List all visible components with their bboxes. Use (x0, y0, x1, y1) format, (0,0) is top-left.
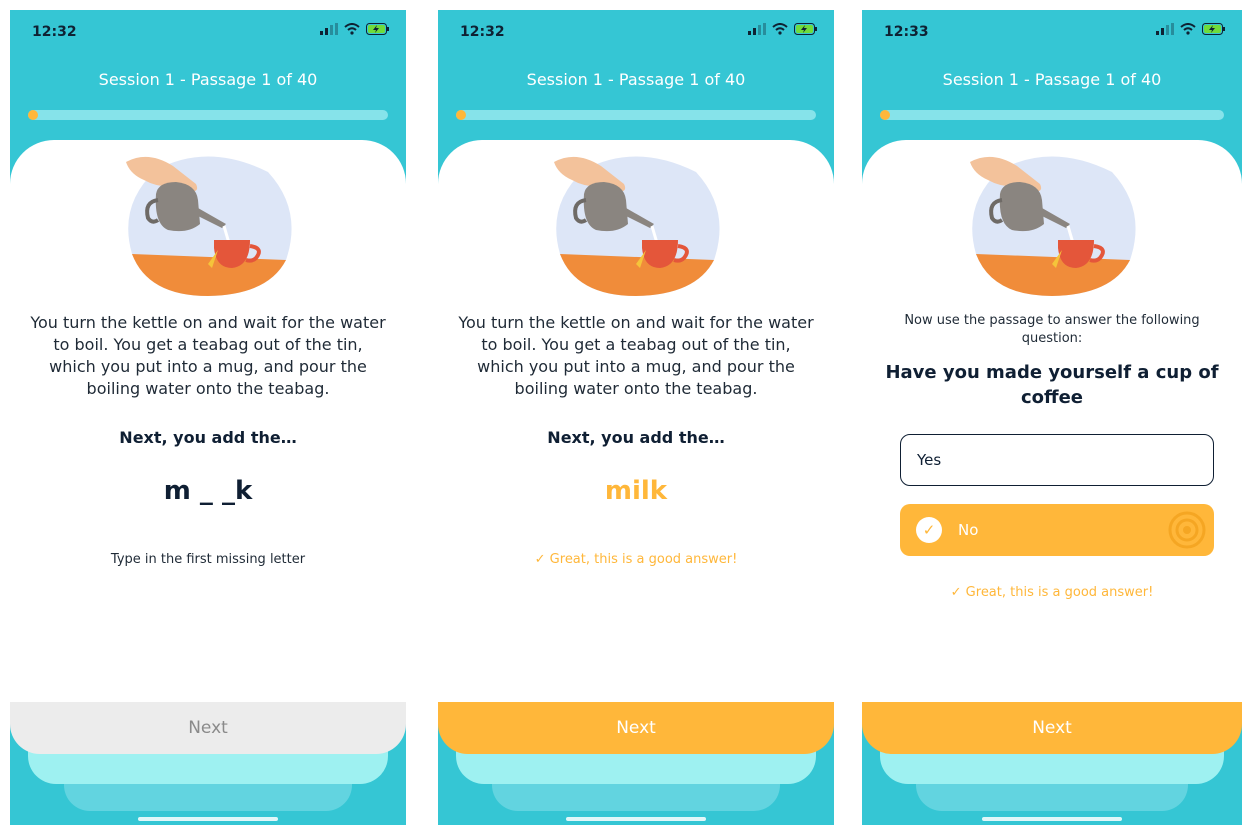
prompt-text: Next, you add the… (119, 428, 297, 447)
status-icons (320, 23, 390, 35)
session-title: Session 1 - Passage 1 of 40 (526, 70, 746, 89)
passage-text: You turn the kettle on and wait for the … (458, 313, 814, 398)
status-bar: 12:32 (10, 10, 406, 58)
progress-fill (456, 110, 466, 120)
next-button[interactable]: Next (438, 702, 834, 754)
prompt-text: Next, you add the… (547, 428, 725, 447)
answer-word: milk (604, 476, 668, 506)
session-title: Session 1 - Passage 1 of 40 (98, 70, 318, 89)
next-button[interactable]: Next (862, 702, 1242, 754)
option-label: No (958, 521, 979, 539)
phone-screen-2: 12:32 Session 1 - Passage 1 of 40 You tu… (438, 10, 834, 825)
status-icons (1156, 23, 1226, 35)
session-title: Session 1 - Passage 1 of 40 (942, 70, 1162, 89)
progress-fill (880, 110, 890, 120)
battery-charging-icon (1202, 23, 1225, 35)
signal-icon (320, 23, 338, 35)
wifi-icon (344, 23, 360, 35)
instruction-text: Type in the first missing letter (110, 552, 306, 567)
phone-screen-1: 12:32 Session 1 - Passage 1 of 40 You tu… (10, 10, 406, 825)
battery-charging-icon (366, 23, 389, 35)
status-bar: 12:33 (862, 10, 1242, 58)
home-indicator (982, 817, 1122, 821)
question-intro-text: Now use the passage to answer the follow… (904, 313, 1200, 346)
pouring-tea-illustration (970, 156, 1136, 296)
signal-icon (1156, 23, 1174, 35)
passage-text: You turn the kettle on and wait for the … (30, 313, 386, 398)
status-bar: 12:32 (438, 10, 834, 58)
progress-bar (28, 110, 388, 120)
phone-screen-3: 12:33 Session 1 - Passage 1 of 40 Now us… (862, 10, 1242, 825)
status-time: 12:33 (884, 24, 929, 40)
signal-icon (748, 23, 766, 35)
next-button[interactable]: Next (10, 702, 406, 754)
checkmark-icon: ✓ (916, 517, 942, 543)
option-label: Yes (917, 451, 942, 469)
feedback-text: ✓ Great, this is a good answer! (950, 585, 1154, 600)
content-card: You turn the kettle on and wait for the … (438, 140, 834, 706)
progress-fill (28, 110, 38, 120)
status-icons (748, 23, 818, 35)
progress-bar (456, 110, 816, 120)
answer-option-no[interactable]: ✓ No (900, 504, 1214, 556)
answer-option-yes[interactable]: Yes (900, 434, 1214, 486)
battery-charging-icon (794, 23, 817, 35)
home-indicator (138, 817, 278, 821)
question-text: Have you made yourself a cup of coffee (885, 362, 1219, 408)
status-time: 12:32 (460, 24, 505, 40)
content-card: Now use the passage to answer the follow… (862, 140, 1242, 706)
wifi-icon (772, 23, 788, 35)
selected-target-icon (1168, 511, 1206, 549)
status-time: 12:32 (32, 24, 77, 40)
pouring-tea-illustration (554, 156, 720, 296)
feedback-text: ✓ Great, this is a good answer! (534, 552, 738, 567)
wifi-icon (1180, 23, 1196, 35)
missing-letter-word[interactable]: m _ _k (10, 476, 406, 506)
progress-bar (880, 110, 1224, 120)
home-indicator (566, 817, 706, 821)
content-card: You turn the kettle on and wait for the … (10, 140, 406, 706)
pouring-tea-illustration (126, 156, 292, 296)
